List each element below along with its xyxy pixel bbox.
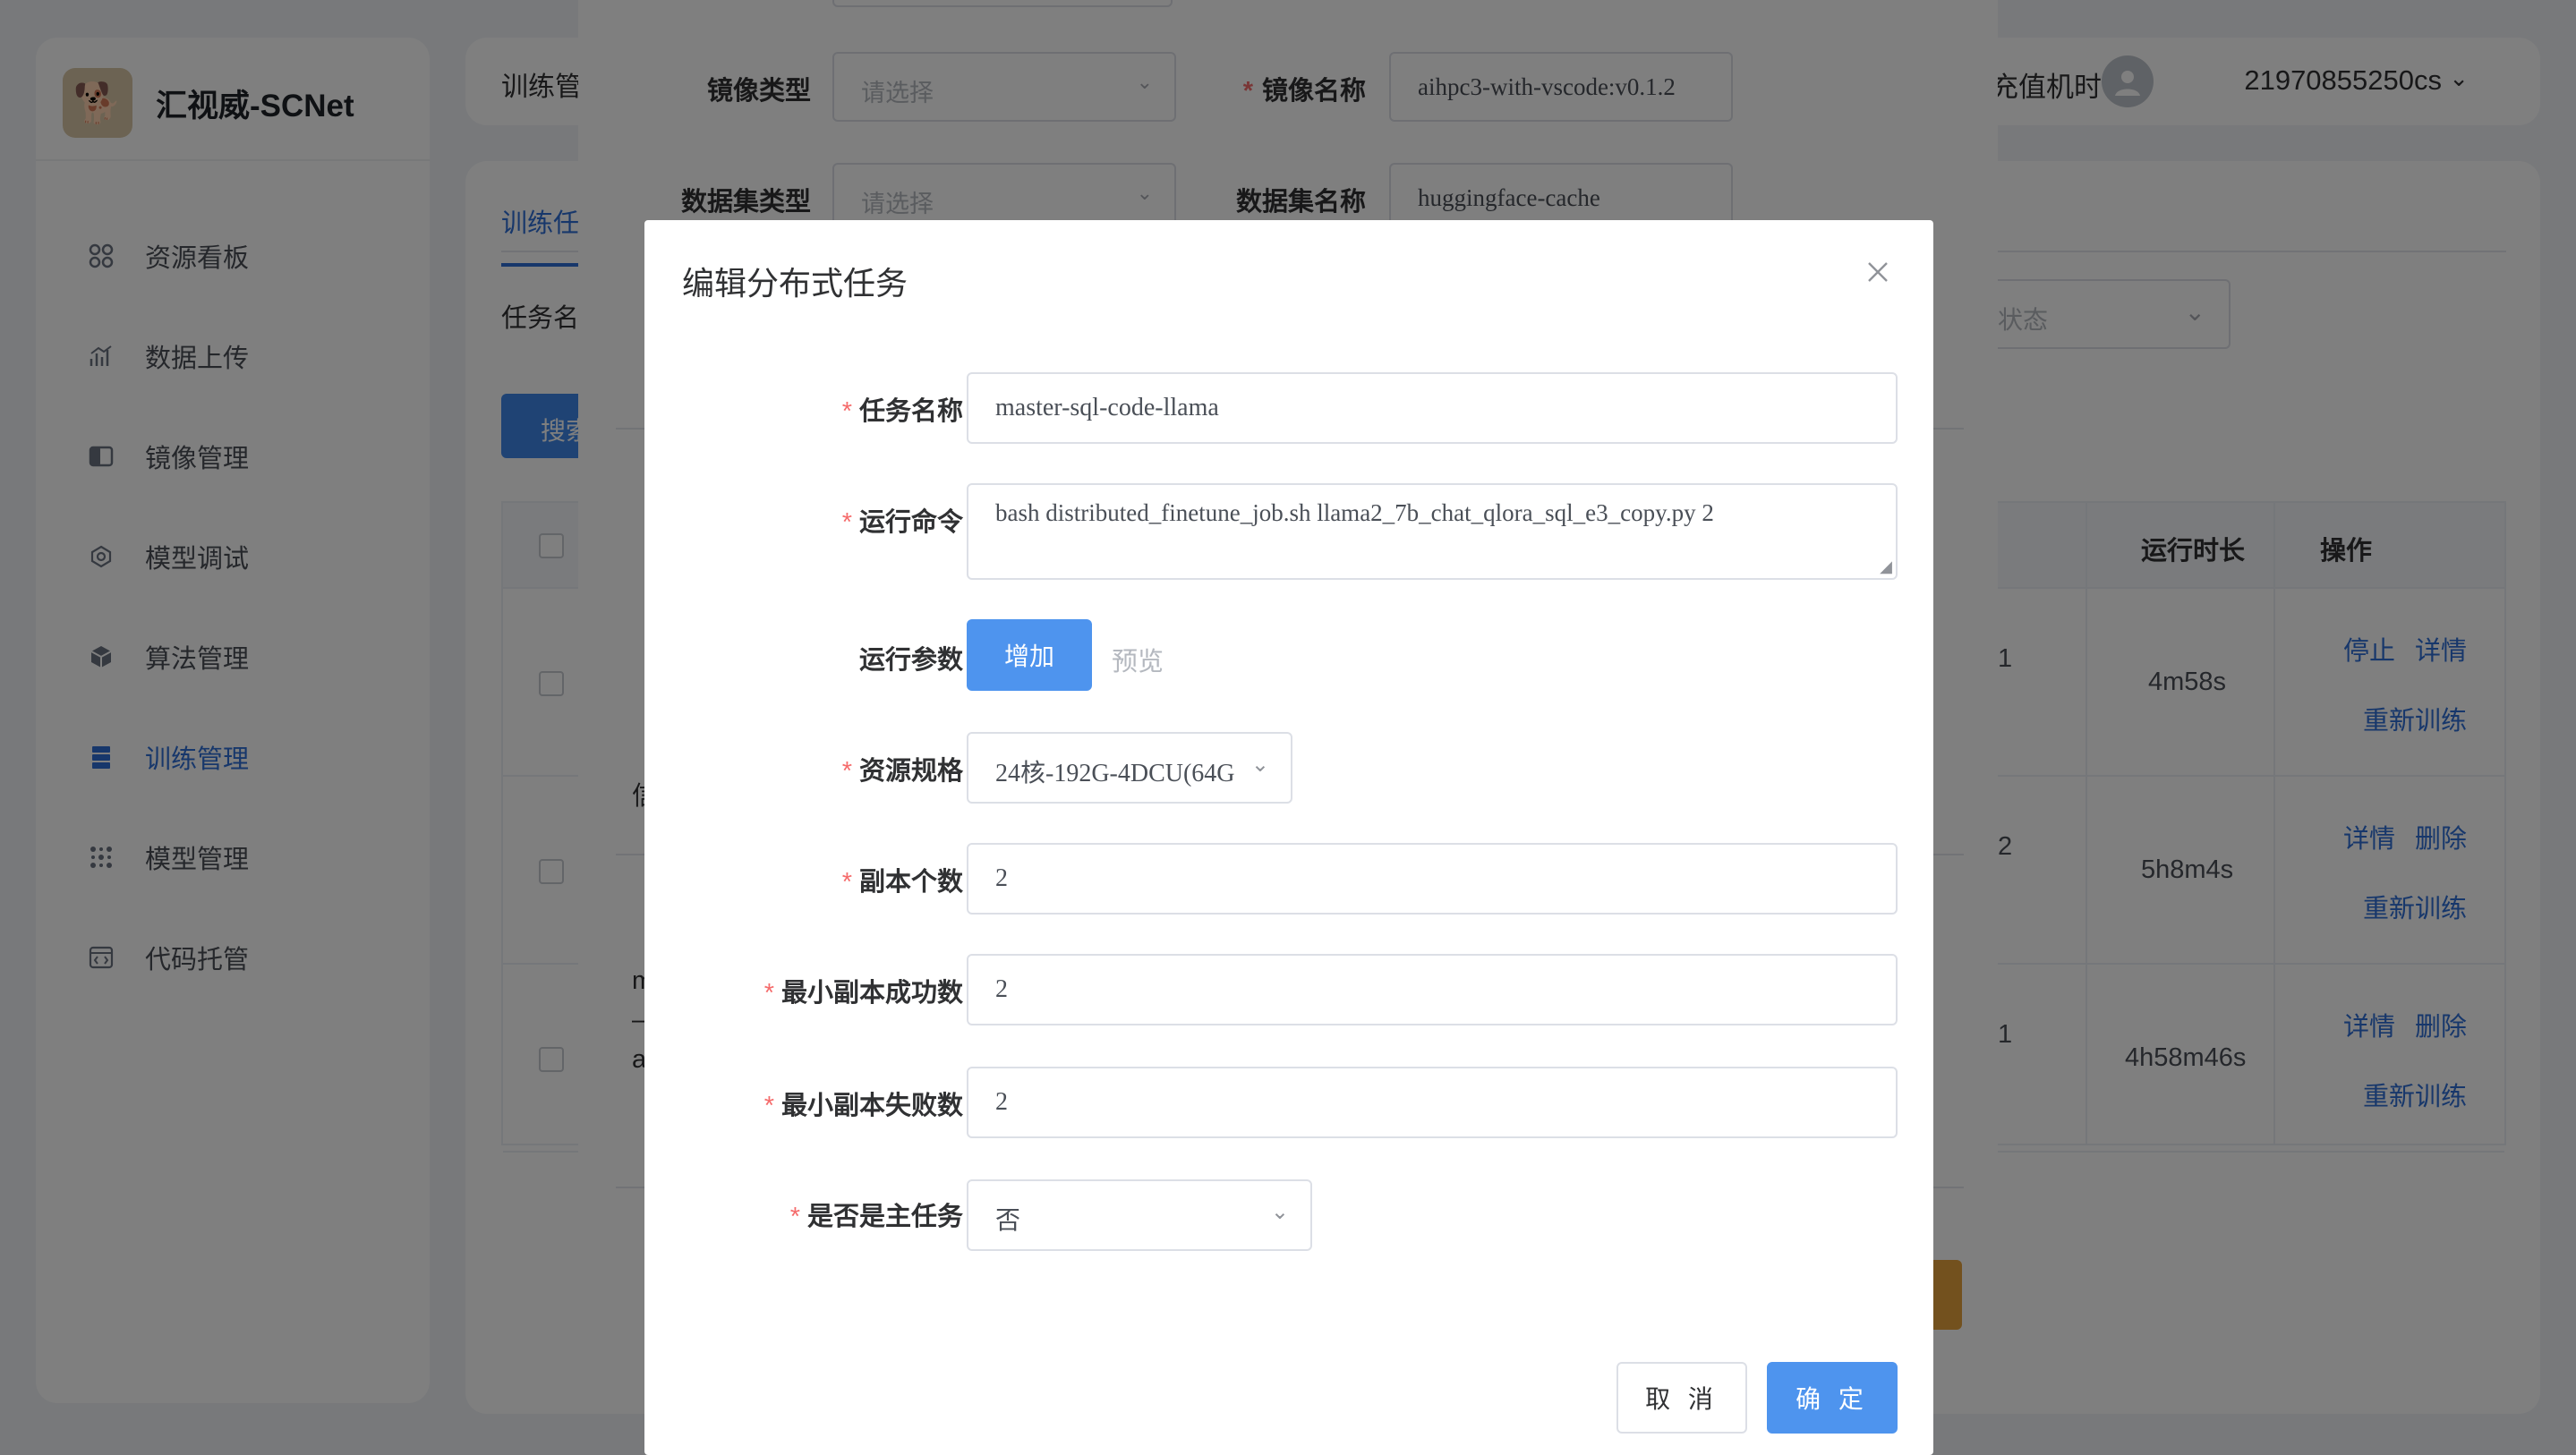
close-icon[interactable] [1860,254,1896,290]
chevron-down-icon: ⌄ [1270,1199,1289,1224]
min-success-input[interactable]: 2 [967,954,1898,1025]
modal-title: 编辑分布式任务 [682,265,908,302]
min-success-label: * 最小副本成功数 [763,979,963,1008]
is-master-label: * 是否是主任务 [789,1203,963,1231]
resource-value: 24核-192G-4DCU(64G [995,760,1235,787]
resource-label: * 资源规格 [841,757,963,786]
preview-link[interactable]: 预览 [1112,641,1164,678]
resize-handle-icon[interactable]: ◢ [1880,557,1892,576]
add-param-button[interactable]: 增加 [967,619,1092,691]
resource-select[interactable]: 24核-192G-4DCU(64G ⌄ [967,732,1292,804]
params-label: 运行参数 [858,646,963,675]
is-master-value: 否 [995,1207,1021,1235]
cancel-button[interactable]: 取 消 [1616,1362,1747,1434]
command-label: * 运行命令 [841,508,963,537]
command-textarea[interactable]: bash distributed_finetune_job.sh llama2_… [967,483,1898,580]
confirm-button[interactable]: 确 定 [1767,1362,1898,1434]
is-master-select[interactable]: 否 ⌄ [967,1179,1312,1251]
chevron-down-icon: ⌄ [1250,752,1269,777]
replicas-label: * 副本个数 [841,868,963,897]
task-name-label: * 任务名称 [841,397,963,426]
task-name-input[interactable]: master-sql-code-llama [967,372,1898,444]
edit-distributed-task-modal: 编辑分布式任务 * 任务名称 master-sql-code-llama * 运行命… [644,220,1933,1455]
min-fail-input[interactable]: 2 [967,1067,1898,1138]
min-fail-label: * 最小副本失败数 [763,1092,963,1120]
replicas-input[interactable]: 2 [967,843,1898,915]
command-value: bash distributed_finetune_job.sh llama2_… [995,499,1714,526]
